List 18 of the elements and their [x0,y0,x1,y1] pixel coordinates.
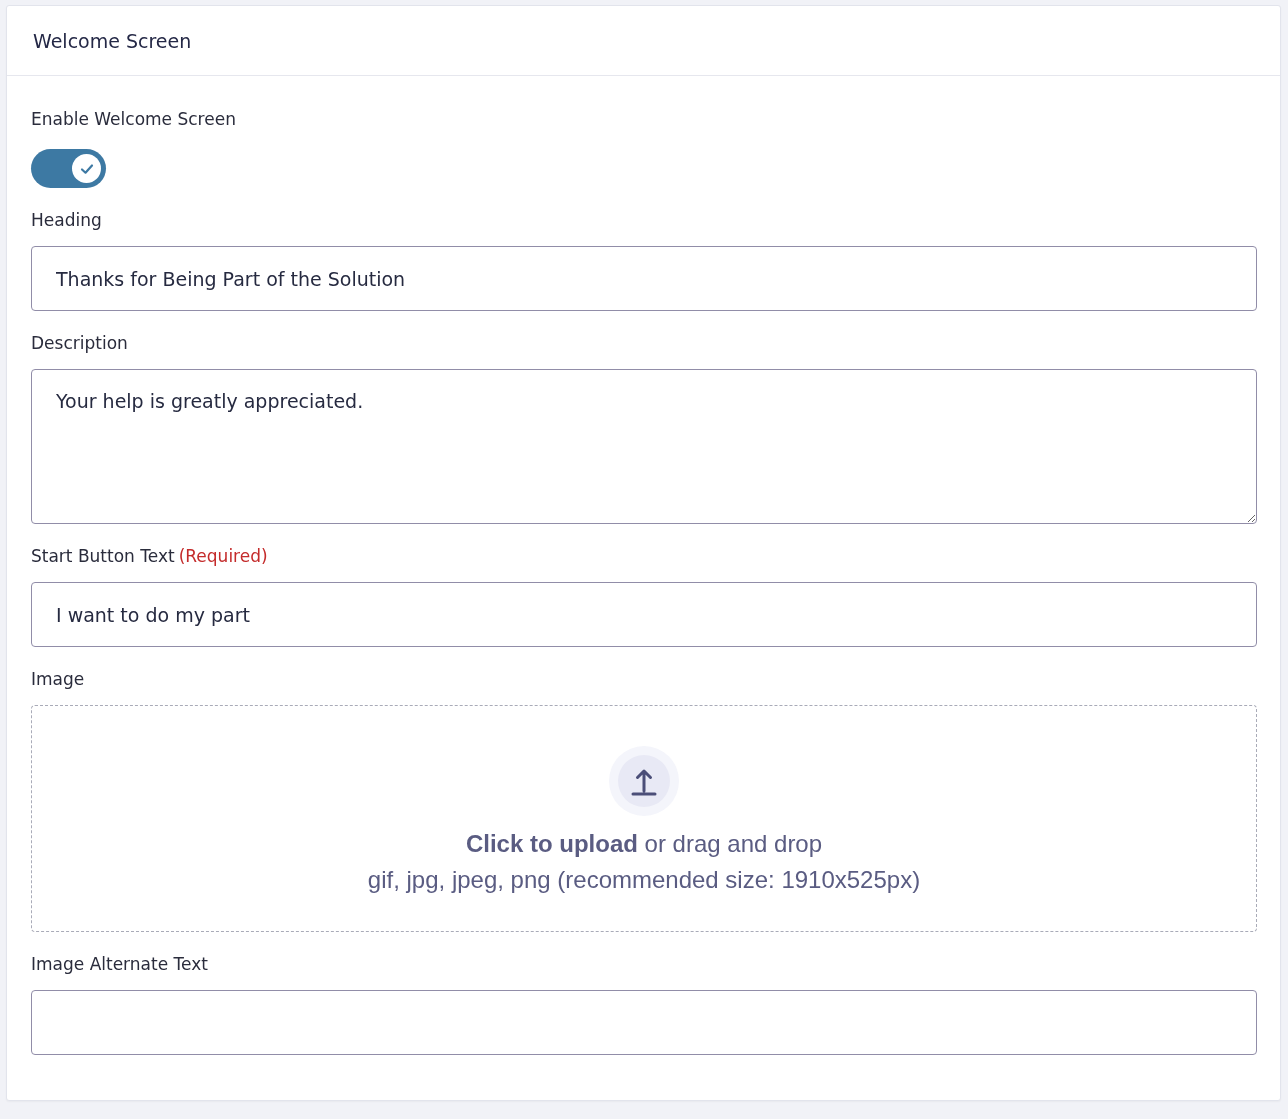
field-label: Description [31,332,128,355]
upload-prompt: Click to upload or drag and drop [465,828,823,859]
field-label: Enable Welcome Screen [31,108,236,131]
text-input[interactable] [31,990,1257,1055]
field-label: Image Alternate Text [31,953,208,976]
upload-hint: gif, jpg, jpeg, png (recommended size: 1910x525px) [367,864,921,895]
upload-icon [609,745,679,816]
field-label: Image [31,668,85,691]
field-label: Start Button Text [31,545,175,568]
text-input[interactable]: Thanks for Being Part of the Solution [31,246,1257,311]
required-note: (Required) [178,545,268,568]
text-input[interactable]: I want to do my part [31,582,1257,647]
toggle-switch[interactable] [31,149,106,188]
field-label: Heading [31,209,102,232]
upload-dropzone[interactable]: Click to upload or drag and drop gif, jpg, jpeg, png (recommended size: 1910x525px) [31,705,1257,932]
card-title: Welcome Screen [33,29,192,52]
check-icon [79,162,94,175]
description-textarea[interactable]: Your help is greatly appreciated. [31,369,1257,524]
